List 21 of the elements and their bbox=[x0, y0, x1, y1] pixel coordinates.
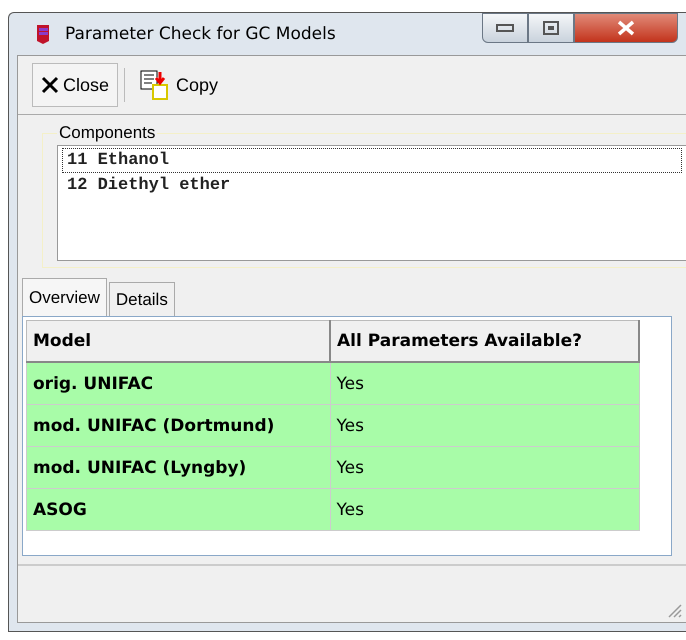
list-item[interactable]: 12 Diethyl ether bbox=[62, 173, 682, 198]
tab[interactable]: Overview bbox=[22, 278, 107, 316]
close-icon bbox=[616, 20, 636, 36]
close-toolbar-button[interactable]: Close bbox=[32, 63, 118, 107]
column-header[interactable]: All Parameters Available? bbox=[330, 320, 639, 362]
group-title: Components bbox=[58, 123, 156, 143]
column-header[interactable]: Model bbox=[26, 320, 330, 362]
list-item[interactable]: 11 Ethanol bbox=[62, 148, 682, 173]
minimize-button[interactable] bbox=[482, 13, 528, 43]
tab[interactable]: Details bbox=[108, 282, 175, 316]
minimize-icon bbox=[496, 24, 514, 32]
maximize-button[interactable] bbox=[528, 13, 574, 43]
copy-button[interactable]: Copy bbox=[131, 63, 228, 107]
close-button[interactable] bbox=[574, 13, 678, 43]
window-title: Parameter Check for GC Models bbox=[65, 24, 336, 44]
table-cell: ASOG bbox=[26, 488, 330, 530]
close-icon bbox=[41, 76, 59, 94]
table-cell: Yes bbox=[330, 488, 639, 530]
resize-grip-icon bbox=[666, 602, 682, 618]
components-list[interactable]: 11 Ethanol 12 Diethyl ether bbox=[57, 145, 686, 261]
maximize-icon bbox=[543, 21, 559, 35]
